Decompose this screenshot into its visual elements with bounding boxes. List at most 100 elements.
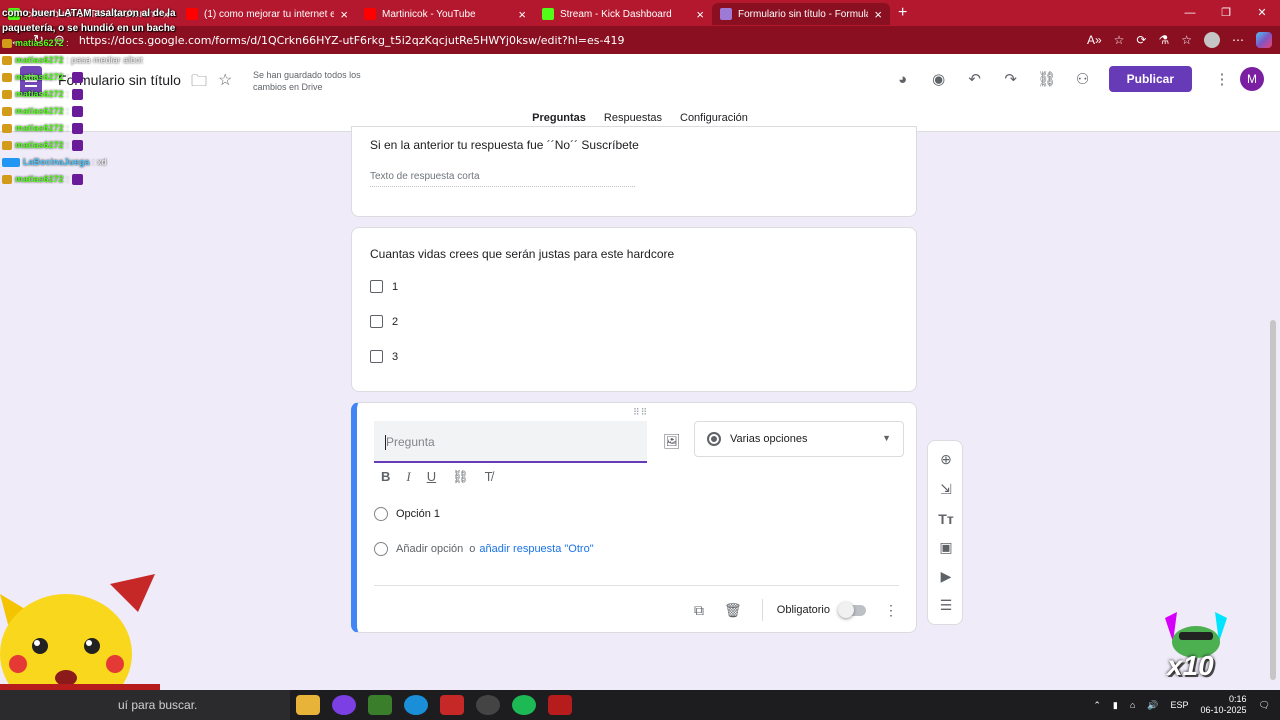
network-icon[interactable]: ⌂ <box>1130 700 1135 710</box>
minimize-icon[interactable]: — <box>1172 0 1208 26</box>
obs-icon[interactable] <box>476 695 500 715</box>
checkbox-option[interactable]: 1 <box>370 280 398 293</box>
question-card-checkboxes[interactable]: Cuantas vidas crees que serán justas par… <box>351 227 917 392</box>
sub-badge-icon <box>2 73 12 83</box>
more-vert-icon[interactable]: ⋮ <box>1204 70 1240 88</box>
volume-icon[interactable]: 🔊 <box>1147 700 1158 711</box>
add-title-icon[interactable]: Tт <box>928 511 964 527</box>
sub-badge-icon <box>2 39 12 49</box>
sub-badge-icon <box>2 141 12 151</box>
favorite-star-icon[interactable]: ☆ <box>1114 33 1125 47</box>
edge-icon[interactable] <box>404 695 428 715</box>
chat-message: matias6272 : <box>2 106 83 118</box>
close-icon[interactable]: × <box>518 7 526 22</box>
avatar[interactable]: M <box>1240 67 1264 91</box>
browser-tab-4[interactable]: Stream - Kick Dashboard × <box>534 3 712 25</box>
add-video-icon[interactable]: ▶ <box>928 568 964 585</box>
floating-toolbar: ⊕ ⇲ Tт ▣ ▶ ☰ <box>927 440 963 625</box>
chat-text: : <box>66 174 69 184</box>
extensions-icon[interactable]: ⟳ <box>1136 33 1146 47</box>
dropdown-arrow-icon: ▼ <box>882 433 891 443</box>
duplicate-icon[interactable]: ⧉ <box>694 602 704 619</box>
spotify-icon[interactable] <box>512 695 536 715</box>
add-image-icon[interactable]: 🖼 <box>663 433 681 450</box>
question-editor-card[interactable]: ⠿⠿ Pregunta 🖼 Varias opciones ▼ B I U ⛓ … <box>351 402 917 633</box>
close-icon[interactable]: × <box>696 7 704 22</box>
emote-icon <box>71 72 83 84</box>
italic-icon[interactable]: I <box>406 469 410 485</box>
publish-button[interactable]: Publicar <box>1108 66 1192 92</box>
browser-tab-2[interactable]: (1) como mejorar tu internet en p × <box>178 3 356 25</box>
browser-tab-3[interactable]: Martinicok - YouTube × <box>356 3 534 25</box>
star-icon[interactable]: ☆ <box>218 70 232 90</box>
taskbar-search[interactable]: uí para buscar. <box>0 690 290 720</box>
new-tab-icon[interactable]: + <box>898 4 907 22</box>
question-input[interactable]: Pregunta <box>374 421 647 463</box>
bold-icon[interactable]: B <box>381 469 390 485</box>
checkbox-icon[interactable] <box>370 280 383 293</box>
usb-icon[interactable]: ▮ <box>1113 700 1118 711</box>
address-bar-actions: A» ☆ ⟳ ⚗ ☆ ⋯ <box>1087 26 1272 54</box>
file-explorer-icon[interactable] <box>296 695 320 715</box>
link-icon[interactable]: ⛓ <box>452 469 469 485</box>
chevron-up-icon[interactable]: ⌃ <box>1093 700 1101 711</box>
add-image-icon[interactable]: ▣ <box>928 539 964 556</box>
app-icon[interactable] <box>332 695 356 715</box>
voicemeeter-icon[interactable] <box>440 695 464 715</box>
card-footer: ⧉ 🗑 Obligatorio ⋮ <box>674 599 898 621</box>
preview-eye-icon[interactable]: ◉ <box>921 70 957 88</box>
taskbar-apps <box>296 695 572 715</box>
option-row[interactable]: Opción 1 <box>374 507 440 521</box>
folder-icon[interactable]: 🗀 <box>191 70 207 97</box>
divider <box>374 585 899 586</box>
app-icon[interactable] <box>548 695 572 715</box>
drag-handle-icon[interactable]: ⠿⠿ <box>633 407 648 418</box>
browser-tab-5[interactable]: Formulario sin título - Formulario × <box>712 3 890 25</box>
clock[interactable]: 0:16 06-10-2025 <box>1201 694 1247 716</box>
redo-icon[interactable]: ↷ <box>993 70 1029 88</box>
delete-icon[interactable]: 🗑 <box>724 602 742 619</box>
menu-dots-icon[interactable]: ⋯ <box>1232 33 1244 47</box>
checkbox-option[interactable]: 2 <box>370 315 398 328</box>
minecraft-icon[interactable] <box>368 695 392 715</box>
close-window-icon[interactable]: ✕ <box>1244 0 1280 26</box>
close-icon[interactable]: × <box>874 7 882 22</box>
read-aloud-icon[interactable]: A» <box>1087 33 1102 47</box>
tab-label: Formulario sin título - Formulario <box>738 8 869 20</box>
favorites-icon[interactable]: ☆ <box>1181 33 1192 47</box>
chat-user: LaBocinaJuega <box>23 157 90 167</box>
lab-icon[interactable]: ⚗ <box>1158 33 1169 47</box>
link-icon[interactable]: ⛓ <box>1029 70 1065 88</box>
underline-icon[interactable]: U <box>427 469 436 485</box>
question-title: Si en la anterior tu respuesta fue ´´No´… <box>370 138 639 152</box>
add-collaborator-icon[interactable]: ⚇ <box>1065 70 1101 88</box>
add-option-link[interactable]: Añadir opción <box>396 543 463 555</box>
notification-icon[interactable]: 🗨 <box>1259 700 1270 711</box>
undo-icon[interactable]: ↶ <box>957 70 993 88</box>
sub-badge-icon <box>2 90 12 100</box>
add-section-icon[interactable]: ☰ <box>928 597 964 614</box>
clear-format-icon[interactable]: T̸ <box>485 469 493 485</box>
required-toggle[interactable] <box>838 601 866 618</box>
language-indicator[interactable]: ESP <box>1171 700 1189 710</box>
checkbox-option[interactable]: 3 <box>370 350 398 363</box>
chat-message: matias6272 : <box>2 72 83 84</box>
maximize-icon[interactable]: ❐ <box>1208 0 1244 26</box>
profile-icon[interactable] <box>1204 32 1220 48</box>
option-label: 3 <box>392 350 399 363</box>
palette-icon[interactable]: ◕ <box>885 71 921 88</box>
copilot-icon[interactable] <box>1256 32 1272 48</box>
import-questions-icon[interactable]: ⇲ <box>928 481 964 498</box>
question-card-short-answer[interactable]: Si en la anterior tu respuesta fue ´´No´… <box>351 126 917 217</box>
checkbox-icon[interactable] <box>370 350 383 363</box>
more-options-icon[interactable]: ⋮ <box>884 602 898 619</box>
sub-badge-icon <box>2 175 12 185</box>
question-type-dropdown[interactable]: Varias opciones ▼ <box>694 421 904 457</box>
add-question-icon[interactable]: ⊕ <box>928 451 964 468</box>
option-label[interactable]: Opción 1 <box>396 508 440 520</box>
add-other-link[interactable]: añadir respuesta "Otro" <box>479 543 593 555</box>
checkbox-icon[interactable] <box>370 315 383 328</box>
close-icon[interactable]: × <box>340 7 348 22</box>
scrollbar[interactable] <box>1270 320 1276 680</box>
required-label: Obligatorio <box>776 604 830 616</box>
